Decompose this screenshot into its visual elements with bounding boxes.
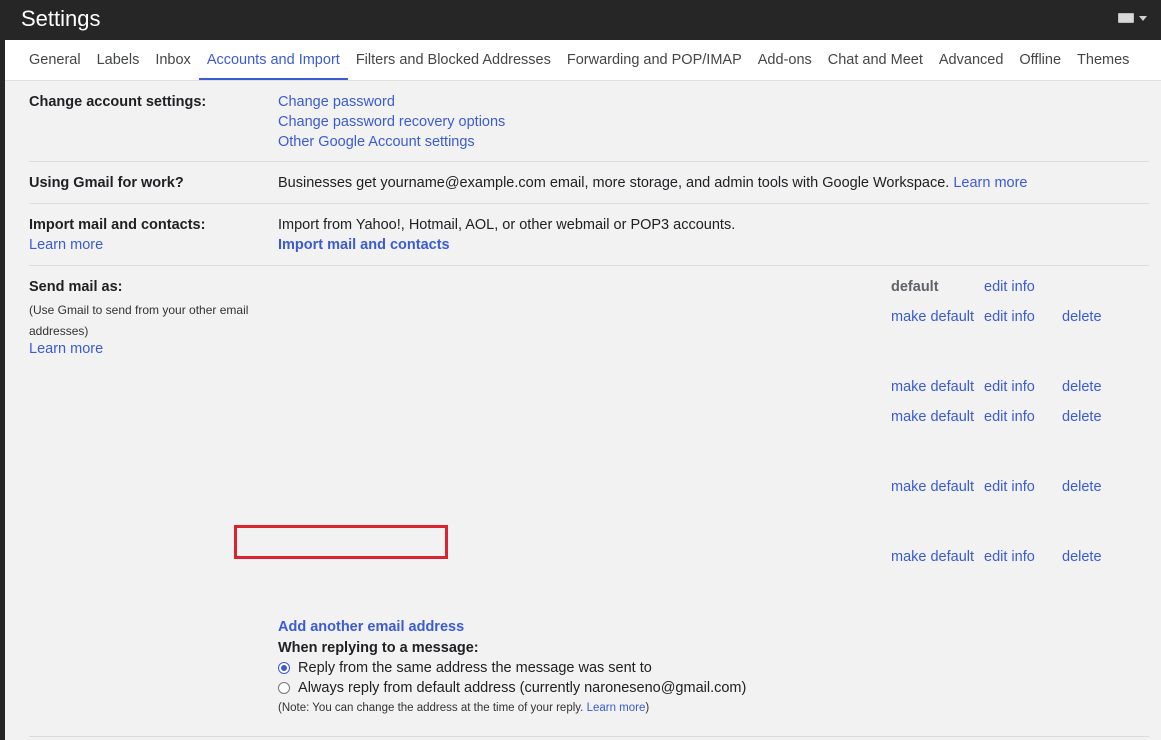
make-default-link[interactable]: make default bbox=[891, 479, 974, 495]
tab-themes[interactable]: Themes bbox=[1069, 40, 1137, 80]
tab-add-ons[interactable]: Add-ons bbox=[750, 40, 820, 80]
default-label: default bbox=[891, 279, 939, 295]
make-default-link[interactable]: make default bbox=[891, 309, 974, 325]
add-email-address-link[interactable]: Add another email address bbox=[278, 619, 464, 635]
change-account-row: Change account settings: Change password… bbox=[29, 81, 1149, 162]
reply-note-suffix: ) bbox=[645, 702, 650, 714]
edit-info-link[interactable]: edit info bbox=[984, 309, 1035, 325]
change-account-label: Change account settings: bbox=[29, 94, 207, 110]
delete-link[interactable]: delete bbox=[1062, 409, 1102, 425]
tab-offline[interactable]: Offline bbox=[1011, 40, 1069, 80]
send-mail-as-note: (Use Gmail to send from your other email… bbox=[29, 303, 249, 338]
chevron-down-icon bbox=[1139, 15, 1147, 21]
reply-option-same-label: Reply from the same address the message … bbox=[298, 660, 652, 676]
settings-content: Change account settings: Change password… bbox=[29, 81, 1149, 737]
reply-note-text: (Note: You can change the address at the… bbox=[278, 702, 584, 714]
edit-info-link[interactable]: edit info bbox=[984, 379, 1035, 395]
delete-link[interactable]: delete bbox=[1062, 309, 1102, 325]
google-account-settings-link[interactable]: Other Google Account settings bbox=[278, 134, 475, 150]
make-default-link[interactable]: make default bbox=[891, 379, 974, 395]
gmail-work-text: Businesses get yourname@example.com emai… bbox=[278, 175, 950, 191]
recovery-options-link[interactable]: Change password recovery options bbox=[278, 114, 505, 130]
edit-info-link[interactable]: edit info bbox=[984, 479, 1035, 495]
gmail-work-label: Using Gmail for work? bbox=[29, 175, 184, 191]
keyboard-icon bbox=[1118, 13, 1134, 23]
import-learn-more-link[interactable]: Learn more bbox=[29, 237, 103, 253]
page-title: Settings bbox=[21, 6, 101, 31]
import-mail-row: Import mail and contacts: Learn more Imp… bbox=[29, 204, 1149, 266]
tab-advanced[interactable]: Advanced bbox=[931, 40, 1012, 80]
reply-note-learn-more[interactable]: Learn more bbox=[587, 702, 646, 714]
import-mail-label: Import mail and contacts: bbox=[29, 217, 206, 233]
change-password-link[interactable]: Change password bbox=[278, 94, 395, 110]
keyboard-menu[interactable] bbox=[1118, 13, 1147, 23]
send-mail-learn-more-link[interactable]: Learn more bbox=[29, 341, 103, 357]
gmail-work-row: Using Gmail for work? Businesses get you… bbox=[29, 162, 1149, 204]
delete-link[interactable]: delete bbox=[1062, 549, 1102, 565]
tab-accounts-and-import[interactable]: Accounts and Import bbox=[198, 40, 348, 80]
edit-info-link[interactable]: edit info bbox=[984, 409, 1035, 425]
edit-info-link[interactable]: edit info bbox=[984, 279, 1035, 295]
reply-heading: When replying to a message: bbox=[278, 640, 479, 656]
delete-link[interactable]: delete bbox=[1062, 379, 1102, 395]
radio-unselected-icon[interactable] bbox=[278, 682, 290, 695]
tab-chat-and-meet[interactable]: Chat and Meet bbox=[820, 40, 931, 80]
reply-option-default[interactable]: Always reply from default address (curre… bbox=[278, 680, 746, 696]
delete-link[interactable]: delete bbox=[1062, 479, 1102, 495]
top-bar: Settings bbox=[0, 0, 1161, 40]
tab-inbox[interactable]: Inbox bbox=[147, 40, 198, 80]
make-default-link[interactable]: make default bbox=[891, 549, 974, 565]
send-mail-as-row: Send mail as: (Use Gmail to send from yo… bbox=[29, 266, 1149, 737]
reply-option-same[interactable]: Reply from the same address the message … bbox=[278, 660, 652, 676]
radio-selected-icon[interactable] bbox=[278, 662, 290, 675]
import-mail-text: Import from Yahoo!, Hotmail, AOL, or oth… bbox=[278, 217, 736, 233]
tab-filters[interactable]: Filters and Blocked Addresses bbox=[348, 40, 559, 80]
reply-note: (Note: You can change the address at the… bbox=[278, 702, 649, 714]
add-email-highlight-box bbox=[234, 525, 448, 559]
edit-info-link[interactable]: edit info bbox=[984, 549, 1035, 565]
tab-general[interactable]: General bbox=[21, 40, 89, 80]
make-default-link[interactable]: make default bbox=[891, 409, 974, 425]
send-mail-as-label: Send mail as: bbox=[29, 279, 123, 295]
tab-labels[interactable]: Labels bbox=[89, 40, 148, 80]
tab-forwarding[interactable]: Forwarding and POP/IMAP bbox=[559, 40, 750, 80]
gmail-work-learn-more[interactable]: Learn more bbox=[953, 175, 1027, 191]
left-edge bbox=[0, 40, 5, 740]
reply-option-default-label: Always reply from default address (curre… bbox=[298, 680, 747, 696]
settings-tabs: General Labels Inbox Accounts and Import… bbox=[5, 40, 1161, 81]
import-mail-button[interactable]: Import mail and contacts bbox=[278, 237, 450, 253]
